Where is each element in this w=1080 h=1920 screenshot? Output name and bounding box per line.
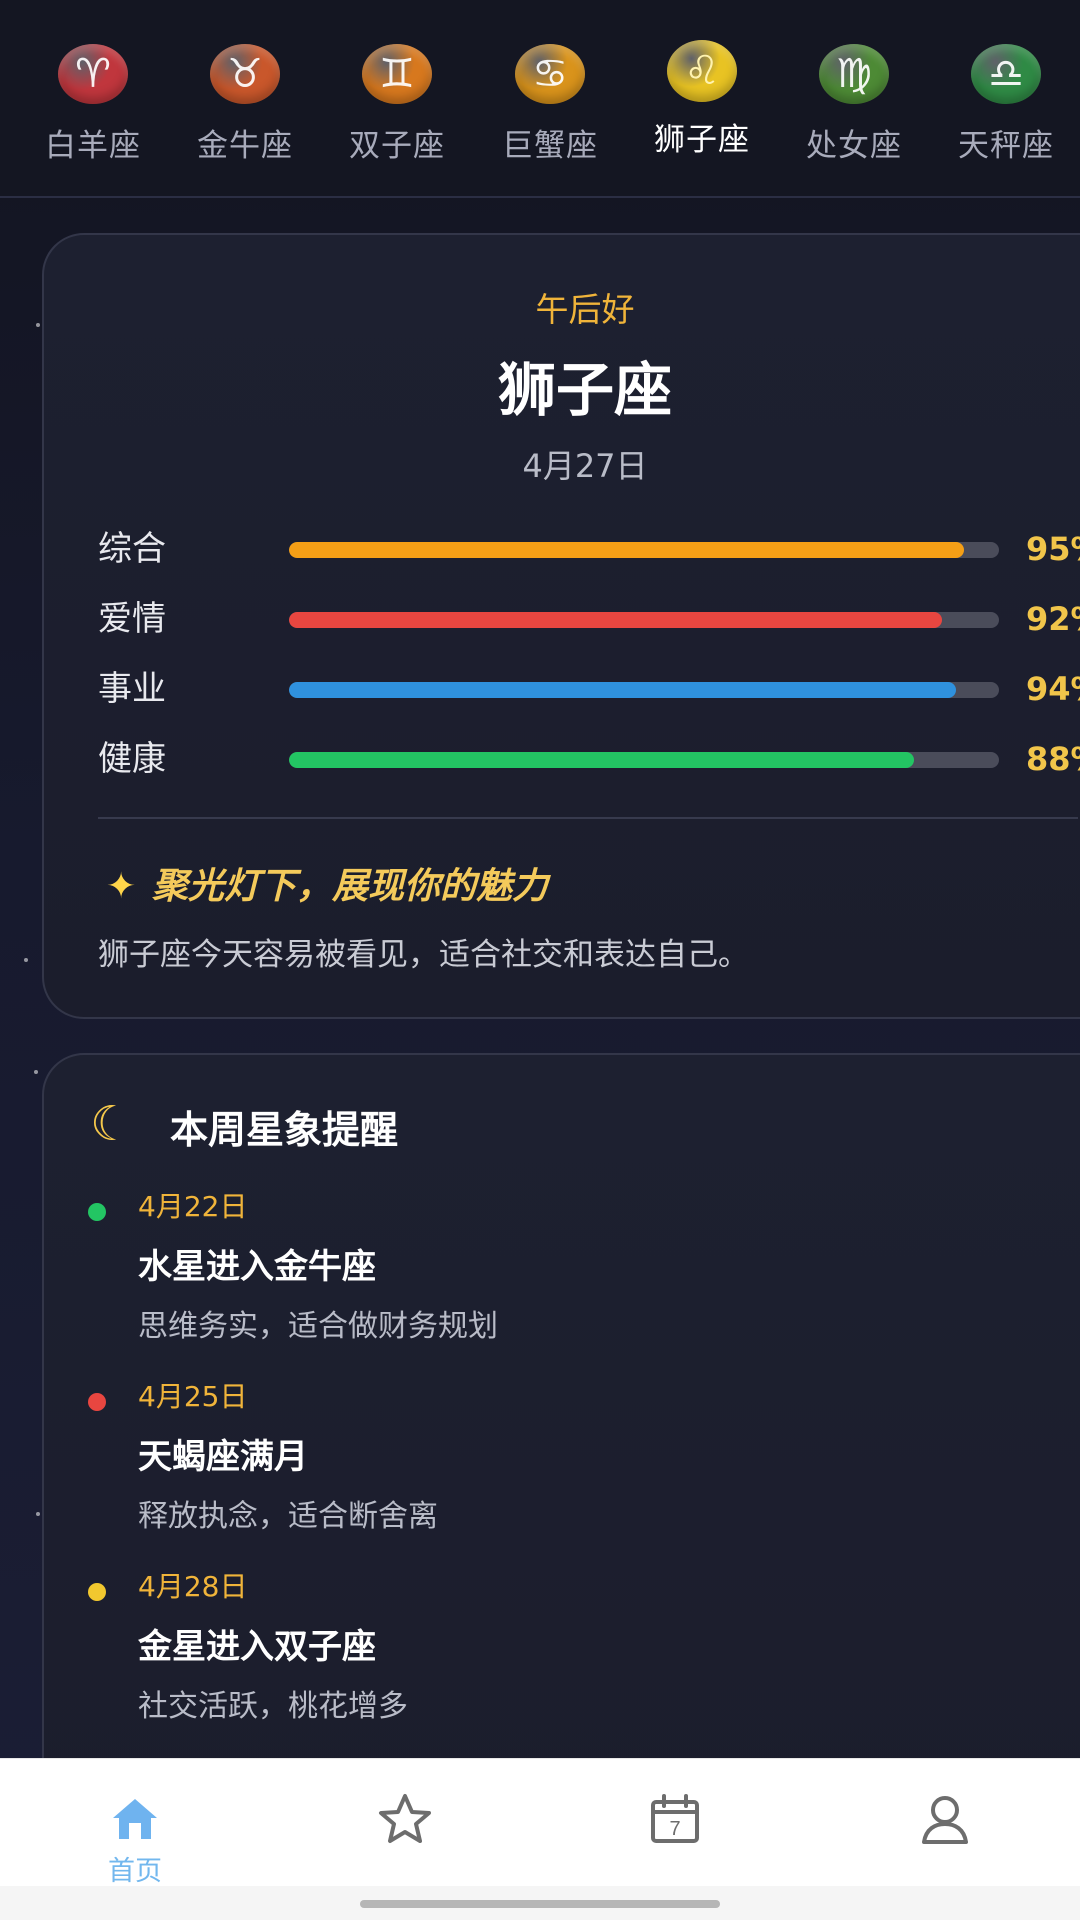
metric-love: 爱情 92% [98, 595, 1080, 643]
nav-profile[interactable] [810, 1759, 1080, 1887]
event-status-dot [88, 1393, 106, 1411]
zodiac-label: 双子座 [349, 128, 445, 164]
system-home-area [0, 1886, 1080, 1920]
week-reminder-card: ☾ 本周星象提醒 4月22日 水星进入金牛座 思维务实，适合做财务规划 4月25… [42, 1053, 1080, 1877]
event-title: 水星进入金牛座 [138, 1247, 376, 1287]
metric-label: 爱情 [98, 599, 166, 639]
fortune-date: 4月27日 [522, 447, 648, 485]
metric-progress-fill [289, 752, 914, 768]
metric-health: 健康 88% [98, 735, 1080, 783]
star-dot [36, 1512, 40, 1516]
metric-career: 事业 94% [98, 665, 1080, 713]
star-dot [36, 323, 40, 327]
zodiac-tab-cancer[interactable]: ♋ 巨蟹座 [474, 0, 626, 196]
star-icon [379, 1794, 431, 1843]
star-dot [24, 958, 28, 962]
nav-home[interactable]: 首页 [0, 1759, 270, 1887]
sparkles-icon: ✦ [106, 866, 137, 907]
event-description: 释放执念，适合断舍离 [138, 1499, 438, 1534]
home-indicator[interactable] [360, 1900, 720, 1908]
fortune-card: 午后好 狮子座 4月27日 综合 95% 爱情 92% 事业 94% 健康 [42, 233, 1080, 1019]
headline-text: 聚光灯下，展现你的魅力 [152, 866, 549, 907]
zodiac-tab-aries[interactable]: ♈ 白羊座 [17, 0, 169, 196]
home-icon [113, 1799, 157, 1839]
week-reminder-title: 本周星象提醒 [170, 1108, 399, 1152]
star-dot [34, 1070, 38, 1074]
zodiac-label: 白羊座 [45, 128, 141, 164]
metric-progress-track [289, 682, 999, 698]
metric-progress-fill [289, 682, 957, 698]
event-description: 社交活跃，桃花增多 [138, 1689, 408, 1724]
card-divider [98, 817, 1078, 819]
zodiac-label: 处女座 [806, 128, 902, 164]
calendar-number: 7 [669, 1818, 680, 1840]
fortune-headline: ✦ 聚光灯下，展现你的魅力 [106, 857, 548, 909]
aries-icon: ♈ [58, 44, 128, 104]
greeting: 午后好 [535, 290, 635, 329]
leo-icon: ♌ [667, 40, 737, 102]
nav-calendar[interactable]: 7 [540, 1759, 810, 1887]
metric-value: 94% [1026, 670, 1080, 708]
zodiac-tab-gemini[interactable]: ♊ 双子座 [321, 0, 473, 196]
moon-icon: ☾ [90, 1096, 134, 1152]
metric-overall: 综合 95% [98, 525, 1080, 573]
metric-progress-fill [289, 542, 964, 558]
gemini-icon: ♊ [362, 44, 432, 104]
nav-favorites[interactable] [270, 1759, 540, 1887]
zodiac-tab-libra[interactable]: ♎ 天秤座 [930, 0, 1080, 196]
metric-progress-fill [289, 612, 943, 628]
event-description: 思维务实，适合做财务规划 [138, 1309, 498, 1344]
calendar-icon: 7 [651, 1794, 699, 1843]
event-date: 4月25日 [138, 1380, 248, 1413]
zodiac-label: 巨蟹座 [502, 128, 598, 164]
nav-home-label: 首页 [108, 1856, 162, 1887]
horoscope-screen: ♈ 白羊座 ♉ 金牛座 ♊ 双子座 ♋ 巨蟹座 ♌ 狮子座 ♍ 处女座 ♎ 天秤… [0, 0, 1080, 1920]
zodiac-label: 狮子座 [654, 122, 750, 158]
event-date: 4月28日 [138, 1570, 248, 1603]
metric-label: 综合 [98, 529, 166, 569]
profile-icon [922, 1796, 968, 1844]
metric-value: 92% [1026, 600, 1080, 638]
metric-label: 健康 [98, 739, 166, 779]
zodiac-selector: ♈ 白羊座 ♉ 金牛座 ♊ 双子座 ♋ 巨蟹座 ♌ 狮子座 ♍ 处女座 ♎ 天秤… [0, 0, 1080, 198]
astro-event-item: 4月25日 天蝎座满月 释放执念，适合断舍离 [88, 1375, 988, 1545]
fortune-description: 狮子座今天容易被看见，适合社交和表达自己。 [98, 937, 749, 973]
virgo-icon: ♍ [819, 44, 889, 104]
bottom-navigation: 首页 7 [0, 1758, 1080, 1887]
metric-progress-track [289, 612, 999, 628]
astro-event-item: 4月28日 金星进入双子座 社交活跃，桃花增多 [88, 1565, 988, 1735]
zodiac-tab-taurus[interactable]: ♉ 金牛座 [169, 0, 321, 196]
zodiac-tab-leo[interactable]: ♌ 狮子座 [626, 0, 778, 196]
metric-value: 88% [1026, 740, 1080, 778]
metric-label: 事业 [98, 669, 166, 709]
metric-progress-track [289, 542, 999, 558]
metric-progress-track [289, 752, 999, 768]
event-title: 金星进入双子座 [138, 1627, 376, 1667]
zodiac-tab-virgo[interactable]: ♍ 处女座 [778, 0, 930, 196]
astro-event-item: 4月22日 水星进入金牛座 思维务实，适合做财务规划 [88, 1185, 988, 1355]
cancer-icon: ♋ [515, 44, 585, 104]
libra-icon: ♎ [971, 44, 1041, 104]
sign-title: 狮子座 [497, 356, 672, 424]
metric-value: 95% [1026, 530, 1080, 568]
event-date: 4月22日 [138, 1190, 248, 1223]
event-status-dot [88, 1203, 106, 1221]
event-title: 天蝎座满月 [138, 1437, 308, 1477]
zodiac-label: 金牛座 [197, 128, 293, 164]
event-status-dot [88, 1583, 106, 1601]
zodiac-label: 天秤座 [958, 128, 1054, 164]
taurus-icon: ♉ [210, 44, 280, 104]
